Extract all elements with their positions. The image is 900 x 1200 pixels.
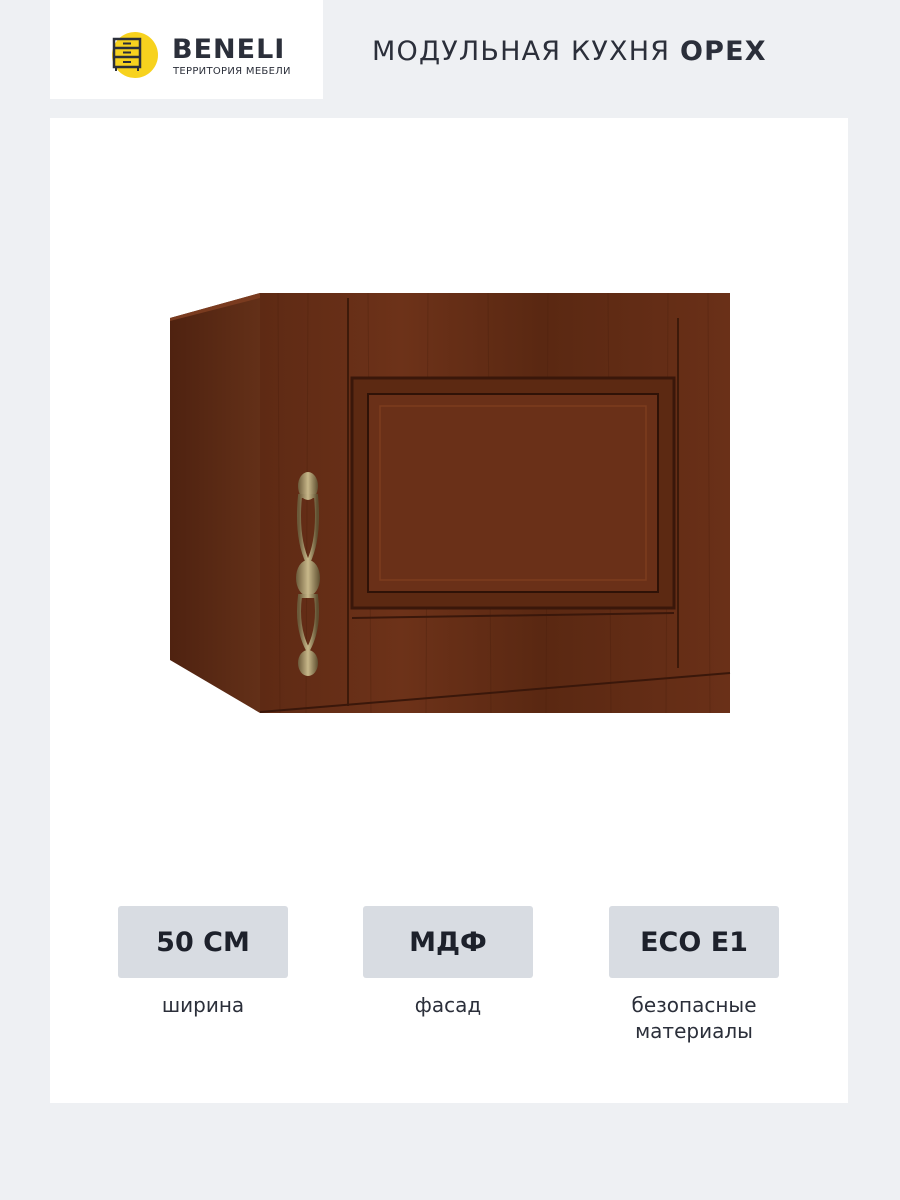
- drawer-icon: [112, 37, 142, 71]
- spec-eco-label: безопасные материалы: [631, 993, 757, 1043]
- spec-facade: МДФ фасад: [363, 906, 533, 1018]
- spec-eco: ECO E1 безопасные материалы: [609, 906, 779, 1044]
- title-prefix: МОДУЛЬНАЯ КУХНЯ: [372, 36, 671, 67]
- spec-facade-label: фасад: [414, 993, 482, 1017]
- brand-logo: BENELI ТЕРРИТОРИЯ МЕБЕЛИ: [50, 0, 323, 99]
- title-highlight: ОРЕХ: [680, 36, 767, 67]
- page-title: МОДУЛЬНАЯ КУХНЯ ОРЕХ: [372, 36, 767, 67]
- product-card: 50 СМ ширина МДФ фасад ECO E1 безопасные…: [50, 118, 848, 1103]
- brand-name: BENELI: [172, 34, 286, 65]
- kitchen-cabinet-image: [170, 292, 731, 714]
- spec-eco-value: ECO E1: [609, 906, 779, 978]
- spec-width-label: ширина: [161, 993, 245, 1017]
- spec-width: 50 СМ ширина: [118, 906, 288, 1018]
- brand-tagline: ТЕРРИТОРИЯ МЕБЕЛИ: [173, 66, 291, 77]
- spec-facade-value: МДФ: [363, 906, 533, 978]
- spec-width-value: 50 СМ: [118, 906, 288, 978]
